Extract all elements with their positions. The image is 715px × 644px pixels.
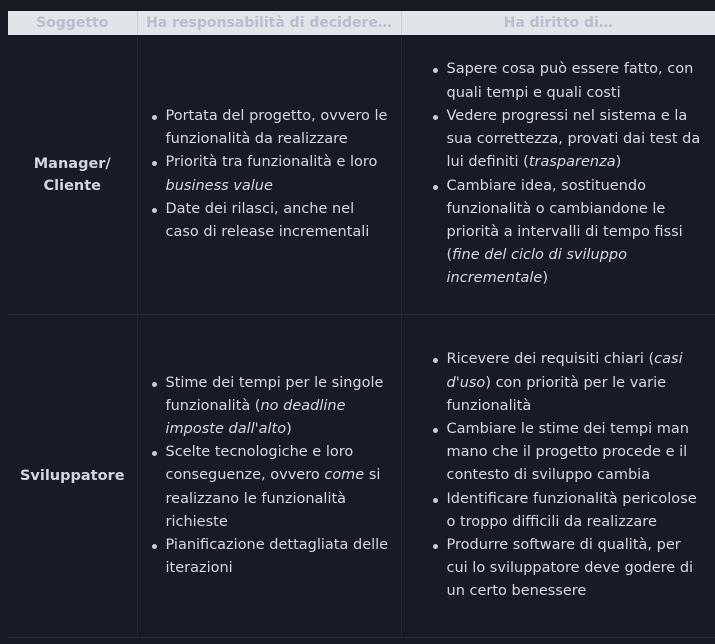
list-item: Pianificazione dettagliata delle iterazi… bbox=[151, 534, 391, 580]
list-item: Identificare funzionalità pericolose o t… bbox=[432, 488, 704, 534]
item-text: Pianificazione dettagliata delle iterazi… bbox=[165, 537, 389, 577]
list-item: Date dei rilasci, anche nel caso di rele… bbox=[151, 198, 391, 244]
responsibility-list: Portata del progetto, ovvero le funziona… bbox=[138, 105, 401, 244]
header-rights: Ha diritto di… bbox=[401, 11, 715, 35]
list-item: Sapere cosa può essere fatto, con quali … bbox=[432, 58, 704, 104]
list-item: Ricevere dei requisiti chiari (casi d'us… bbox=[432, 348, 704, 418]
cell-subject: Sviluppatore bbox=[8, 314, 138, 638]
list-item: Produrre software di qualità, per cui lo… bbox=[432, 534, 704, 604]
emphasis-text: fine del ciclo di sviluppo incrementale bbox=[446, 247, 628, 287]
table-row-developer: Sviluppatore Stime dei tempi per le sing… bbox=[8, 314, 715, 638]
cell-subject: Manager/ Cliente bbox=[8, 35, 138, 315]
cell-responsibilities: Stime dei tempi per le singole funzional… bbox=[137, 314, 402, 638]
item-text: Priorità tra funzionalità e loro bbox=[165, 154, 378, 171]
responsibility-table: Soggetto Ha responsabilità di decidere… … bbox=[8, 11, 715, 638]
cell-rights: Ricevere dei requisiti chiari (casi d'us… bbox=[401, 314, 715, 638]
subject-label: Sviluppatore bbox=[19, 468, 125, 484]
header-subject: Soggetto bbox=[8, 11, 138, 35]
item-text: Identificare funzionalità pericolose o t… bbox=[446, 490, 697, 530]
list-item: Stime dei tempi per le singole funzional… bbox=[151, 372, 391, 442]
item-text: Produrre software di qualità, per cui lo… bbox=[446, 537, 694, 600]
subject-label: Manager/ Cliente bbox=[33, 155, 111, 194]
list-item: Priorità tra funzionalità e loro busines… bbox=[151, 151, 391, 197]
emphasis-text: come bbox=[324, 467, 365, 484]
rights-list: Ricevere dei requisiti chiari (casi d'us… bbox=[402, 348, 715, 603]
item-text: Date dei rilasci, anche nel caso di rele… bbox=[165, 200, 370, 240]
list-item: Cambiare idea, sostituendo funzionalità … bbox=[432, 175, 704, 291]
list-item: Portata del progetto, ovvero le funziona… bbox=[151, 105, 391, 151]
list-item: Cambiare le stime dei tempi man mano che… bbox=[432, 418, 704, 488]
emphasis-text: business value bbox=[165, 177, 273, 194]
list-item: Scelte tecnologiche e loro conseguenze, … bbox=[151, 441, 391, 534]
list-item: Vedere progressi nel sistema e la sua co… bbox=[432, 105, 704, 175]
item-text: Sapere cosa può essere fatto, con quali … bbox=[446, 61, 694, 101]
item-text: ) bbox=[286, 420, 292, 437]
item-text: Cambiare le stime dei tempi man mano che… bbox=[446, 420, 689, 484]
responsibility-list: Stime dei tempi per le singole funzional… bbox=[138, 372, 401, 581]
item-text: ) bbox=[542, 270, 549, 287]
rights-list: Sapere cosa può essere fatto, con quali … bbox=[402, 58, 715, 290]
emphasis-text: trasparenza bbox=[528, 154, 616, 171]
responsibility-table-container: Soggetto Ha responsabilità di decidere… … bbox=[8, 11, 715, 644]
cell-responsibilities: Portata del progetto, ovvero le funziona… bbox=[137, 35, 402, 315]
header-responsibilities: Ha responsabilità di decidere… bbox=[137, 11, 402, 35]
item-text: Ricevere dei requisiti chiari ( bbox=[446, 351, 655, 368]
cell-rights: Sapere cosa può essere fatto, con quali … bbox=[401, 35, 715, 315]
item-text: Portata del progetto, ovvero le funziona… bbox=[165, 107, 388, 148]
table-row-manager: Manager/ Cliente Portata del progetto, o… bbox=[8, 35, 715, 315]
item-text: ) bbox=[615, 154, 622, 171]
table-header-row: Soggetto Ha responsabilità di decidere… … bbox=[8, 11, 715, 35]
